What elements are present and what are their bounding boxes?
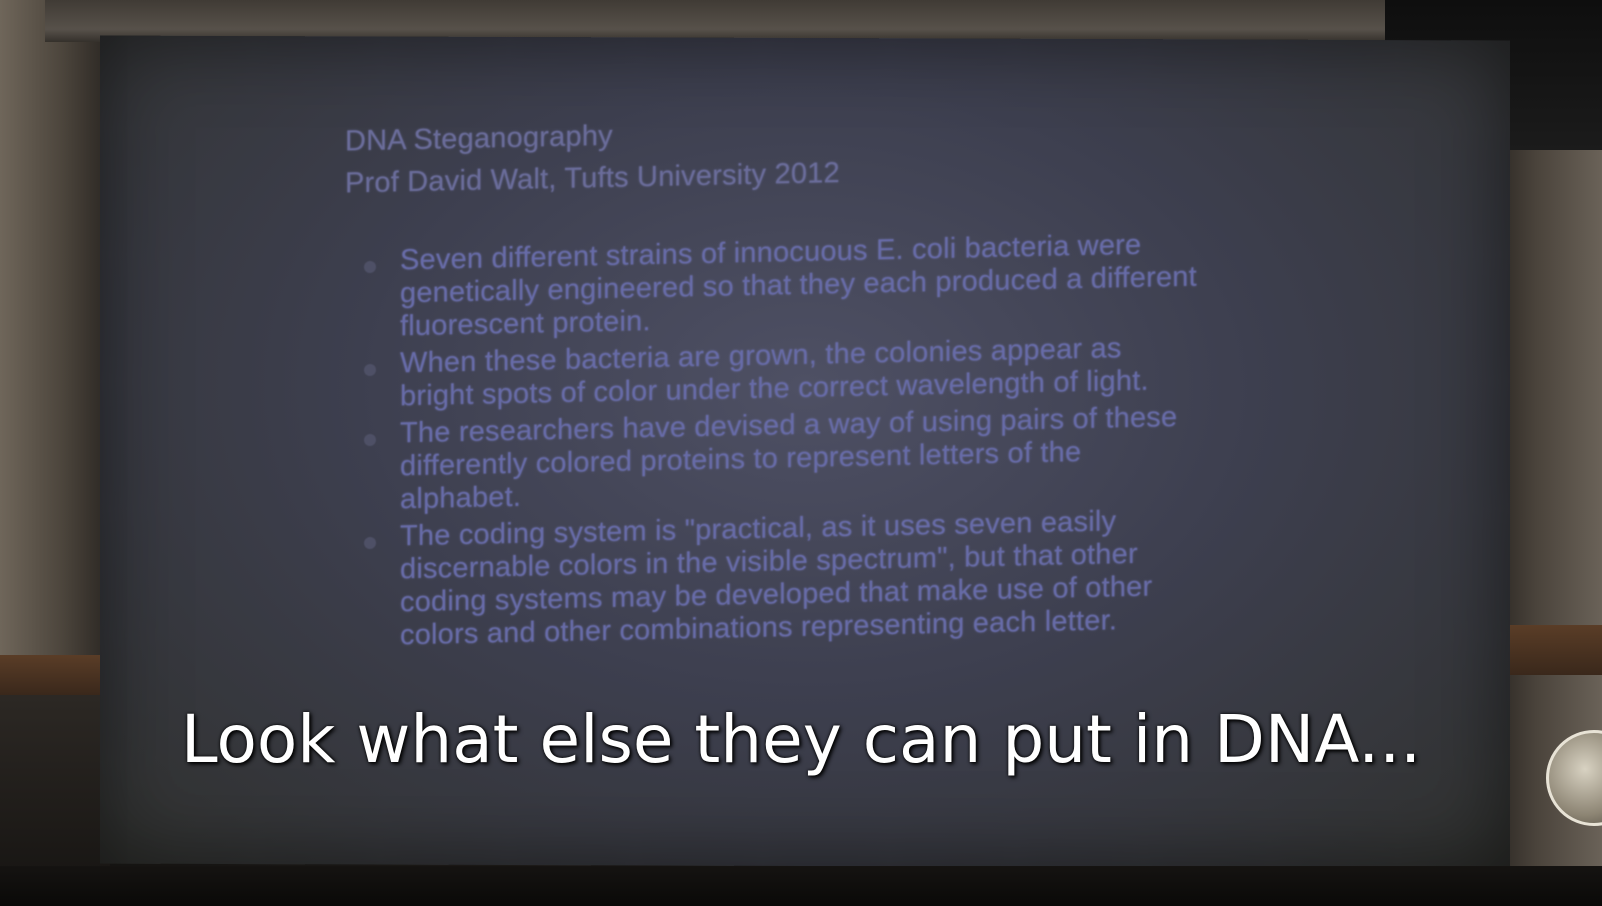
slide-title: DNA Steganography Prof David Walt, Tufts… xyxy=(345,110,840,204)
slide-bullet-4: The coding system is "practical, as it u… xyxy=(400,504,1200,653)
lecture-video-frame: DNA Steganography Prof David Walt, Tufts… xyxy=(0,0,1602,906)
slide-bullet-2: When these bacteria are grown, the colon… xyxy=(400,331,1200,414)
slide-title-line-2: Prof David Walt, Tufts University 2012 xyxy=(345,157,840,200)
slide-bullet-3: The researchers have devised a way of us… xyxy=(400,401,1200,517)
left-wall-ledge xyxy=(0,655,110,695)
floor-shadow xyxy=(0,866,1602,906)
video-caption: Look what else they can put in DNA... xyxy=(180,701,1422,778)
slide-bullet-1: Seven different strains of innocuous E. … xyxy=(400,228,1200,344)
slide-bullet-list: Seven different strains of innocuous E. … xyxy=(400,228,1200,657)
